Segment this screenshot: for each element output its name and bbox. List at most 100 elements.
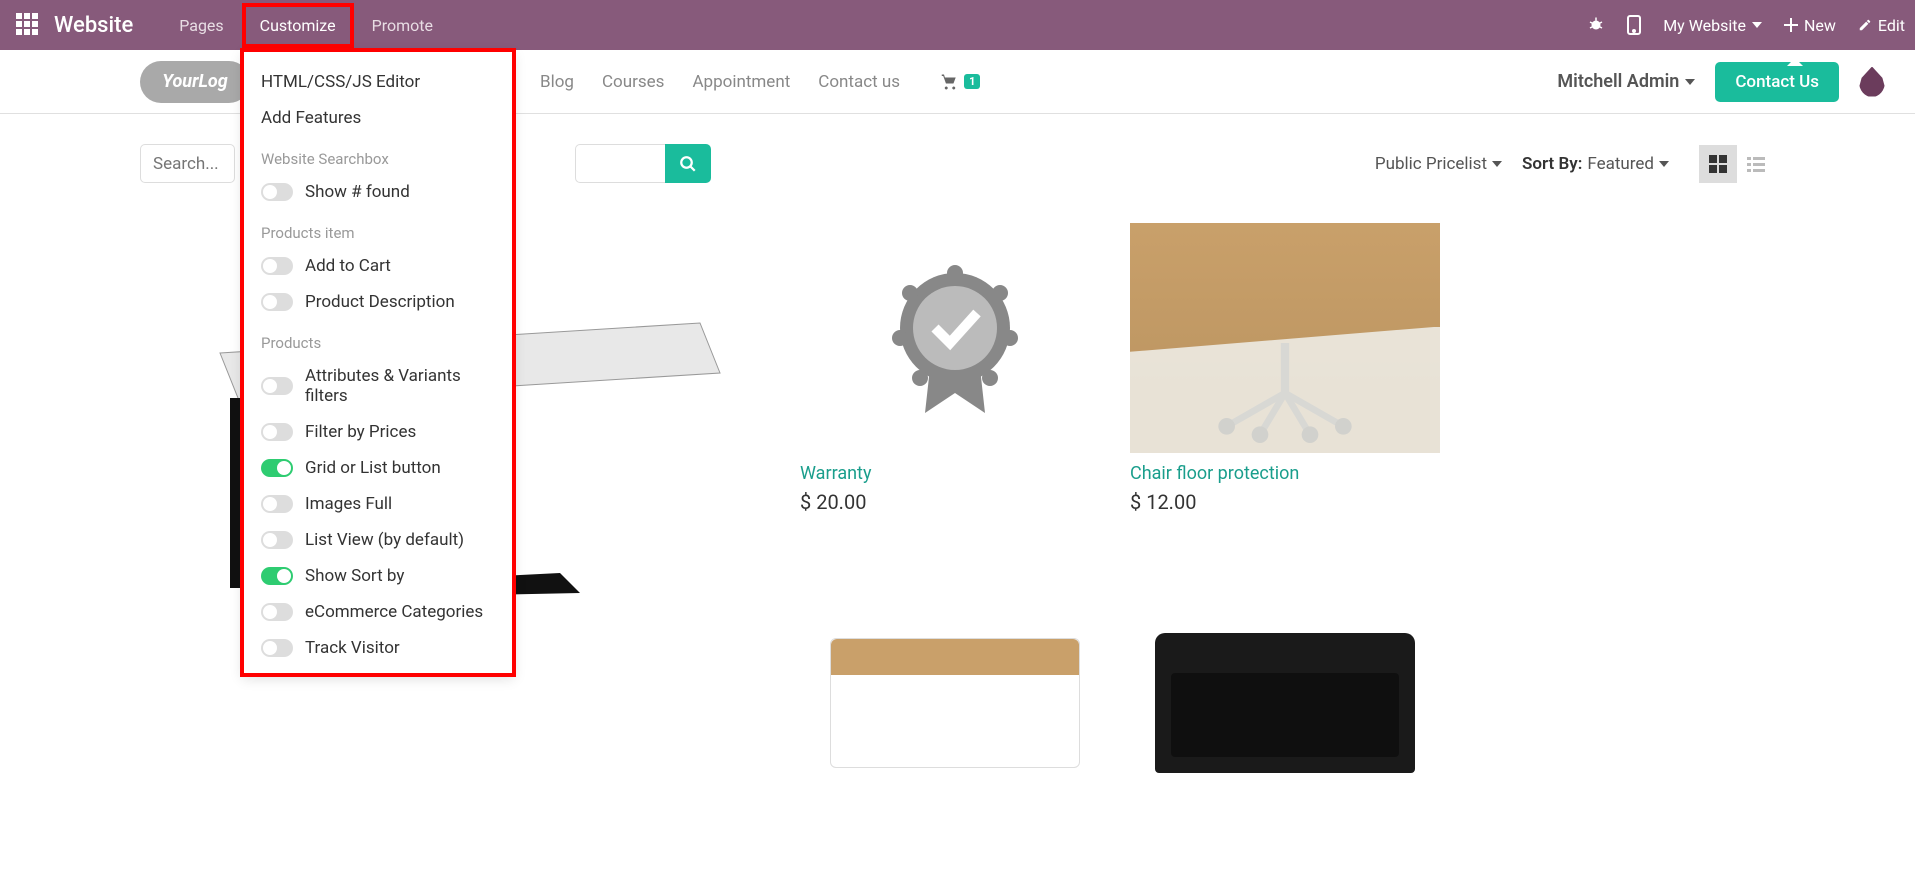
- product-image: [1130, 623, 1440, 783]
- nav-contact[interactable]: Contact us: [818, 72, 900, 92]
- pricelist-label: Public Pricelist: [1375, 154, 1487, 174]
- toggle-label: Attributes & Variants filters: [305, 366, 495, 406]
- chevron-down-icon: [1659, 161, 1669, 167]
- new-button[interactable]: New: [1784, 16, 1836, 35]
- main-nav: Blog Courses Appointment Contact us: [540, 72, 900, 92]
- mobile-icon[interactable]: [1627, 15, 1641, 35]
- topbar-left: Website Pages Customize Promote: [10, 3, 451, 48]
- sort-by-label: Sort By:: [1522, 154, 1582, 174]
- grid-view-button[interactable]: [1699, 145, 1737, 183]
- product-price: $ 20.00: [800, 490, 1110, 514]
- grid-icon: [1709, 155, 1727, 173]
- edit-button[interactable]: Edit: [1858, 16, 1905, 35]
- nav-courses[interactable]: Courses: [602, 72, 664, 92]
- list-icon: [1747, 155, 1765, 173]
- toggle-switch[interactable]: [261, 183, 293, 201]
- user-area: Mitchell Admin Contact Us: [1557, 62, 1885, 102]
- product-card[interactable]: Chair floor protection $ 12.00: [1130, 223, 1440, 603]
- chevron-down-icon: [1685, 79, 1695, 85]
- toggle-list-default[interactable]: List View (by default): [243, 522, 513, 558]
- my-website-dropdown[interactable]: My Website: [1663, 16, 1762, 35]
- cart-badge: 1: [964, 74, 980, 89]
- toggle-switch[interactable]: [261, 293, 293, 311]
- toggle-switch[interactable]: [261, 423, 293, 441]
- top-menu: Pages Customize Promote: [161, 3, 451, 48]
- floor-mat-icon: [1130, 223, 1440, 453]
- bug-icon[interactable]: [1587, 16, 1605, 34]
- cart-icon: [940, 73, 960, 91]
- toggle-ecom-categories[interactable]: eCommerce Categories: [243, 594, 513, 630]
- top-menu-pages[interactable]: Pages: [161, 3, 241, 48]
- toggle-switch[interactable]: [261, 377, 293, 395]
- toggle-attr-variants[interactable]: Attributes & Variants filters: [243, 358, 513, 414]
- toggle-switch[interactable]: [261, 257, 293, 275]
- toggle-switch[interactable]: [261, 531, 293, 549]
- storage-box-icon: [830, 638, 1080, 768]
- toggle-filter-prices[interactable]: Filter by Prices: [243, 414, 513, 450]
- toggle-switch[interactable]: [261, 603, 293, 621]
- topbar-right: My Website New Edit: [1587, 15, 1905, 35]
- cart-button[interactable]: 1: [940, 73, 980, 91]
- user-dropdown[interactable]: Mitchell Admin: [1557, 71, 1695, 92]
- product-title[interactable]: Warranty: [800, 463, 1110, 484]
- search-input-right[interactable]: [575, 144, 665, 183]
- toggle-switch[interactable]: [261, 495, 293, 513]
- search-input-left[interactable]: [140, 144, 235, 183]
- toggle-switch[interactable]: [261, 567, 293, 585]
- dd-add-features[interactable]: Add Features: [243, 100, 513, 136]
- toggle-show-sort[interactable]: Show Sort by: [243, 558, 513, 594]
- nav-appointment[interactable]: Appointment: [692, 72, 790, 92]
- toggle-label: Filter by Prices: [305, 422, 416, 442]
- search-button[interactable]: [665, 144, 711, 183]
- tooltip-tip-icon: [1787, 58, 1803, 66]
- my-website-label: My Website: [1663, 16, 1746, 35]
- list-view-button[interactable]: [1737, 145, 1775, 183]
- nav-blog[interactable]: Blog: [540, 72, 574, 92]
- toggle-images-full[interactable]: Images Full: [243, 486, 513, 522]
- chevron-down-icon: [1492, 161, 1502, 167]
- toggle-switch[interactable]: [261, 459, 293, 477]
- toggle-grid-list[interactable]: Grid or List button: [243, 450, 513, 486]
- sort-by-dropdown[interactable]: Sort By: Featured: [1522, 154, 1669, 174]
- dd-html-editor[interactable]: HTML/CSS/JS Editor: [243, 64, 513, 100]
- dd-section-products: Products: [243, 320, 513, 358]
- toggle-add-to-cart[interactable]: Add to Cart: [243, 248, 513, 284]
- dd-section-searchbox: Website Searchbox: [243, 136, 513, 174]
- chevron-down-icon: [1752, 22, 1762, 28]
- toggle-label: Track Visitor: [305, 638, 400, 658]
- apps-icon[interactable]: [16, 13, 40, 37]
- logo[interactable]: YourLog: [140, 61, 250, 103]
- topbar: Website Pages Customize Promote My Websi…: [0, 0, 1915, 50]
- toggle-label: Images Full: [305, 494, 392, 514]
- search-right-group: [575, 144, 711, 183]
- toggle-label: Grid or List button: [305, 458, 441, 478]
- product-card[interactable]: Warranty $ 20.00: [800, 223, 1110, 603]
- customize-dropdown: HTML/CSS/JS Editor Add Features Website …: [242, 50, 514, 675]
- product-title[interactable]: Chair floor protection: [1130, 463, 1440, 484]
- sort-by-value: Featured: [1587, 154, 1654, 174]
- dd-section-products-item: Products item: [243, 210, 513, 248]
- toggle-label: eCommerce Categories: [305, 602, 483, 622]
- top-menu-promote[interactable]: Promote: [354, 3, 451, 48]
- product-card[interactable]: [800, 623, 1110, 783]
- user-name-label: Mitchell Admin: [1557, 71, 1679, 92]
- top-menu-customize[interactable]: Customize: [242, 3, 354, 48]
- product-image: [800, 223, 1110, 453]
- product-image: [1130, 223, 1440, 453]
- toggle-label: Show Sort by: [305, 566, 404, 586]
- brand-label[interactable]: Website: [54, 13, 133, 38]
- toggle-show-found[interactable]: Show # found: [243, 174, 513, 210]
- filters-bar: Public Pricelist Sort By: Featured: [1375, 144, 1775, 183]
- product-card[interactable]: [1130, 623, 1440, 783]
- badge-icon: [875, 258, 1035, 418]
- toggle-product-description[interactable]: Product Description: [243, 284, 513, 320]
- theme-drop-icon[interactable]: [1859, 67, 1885, 97]
- toggle-label: Show # found: [305, 182, 410, 202]
- toggle-track-visitor[interactable]: Track Visitor: [243, 630, 513, 666]
- new-label: New: [1804, 16, 1836, 35]
- toggle-switch[interactable]: [261, 639, 293, 657]
- pricelist-dropdown[interactable]: Public Pricelist: [1375, 154, 1502, 174]
- contact-us-button[interactable]: Contact Us: [1715, 62, 1839, 102]
- toggle-label: Product Description: [305, 292, 455, 312]
- toggle-label: Add to Cart: [305, 256, 391, 276]
